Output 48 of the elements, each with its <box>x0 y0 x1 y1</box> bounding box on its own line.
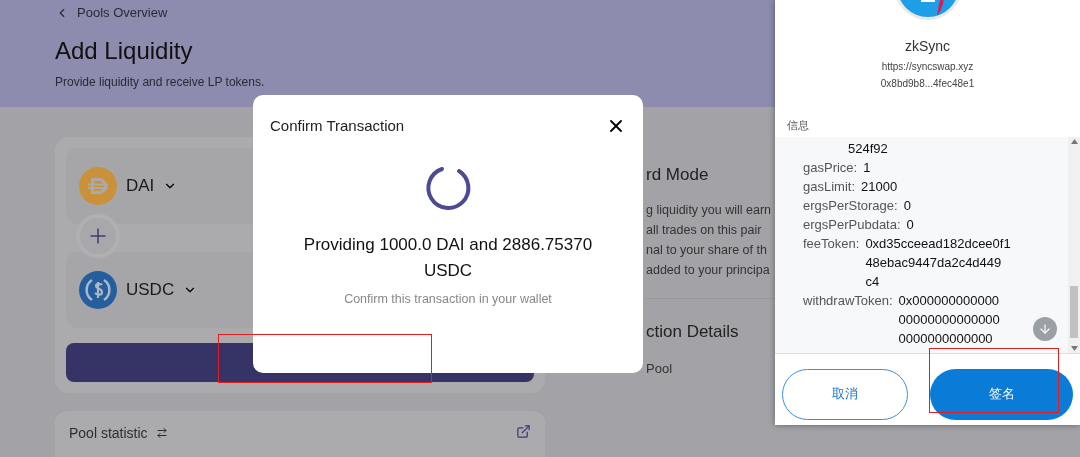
dialog-hint: Confirm this transaction in your wallet <box>344 290 552 308</box>
section-title: rd Mode <box>646 165 709 184</box>
field-key: gasPrice: <box>803 157 858 177</box>
field-value: 00000000000000 <box>898 310 1000 329</box>
page-title: Add Liquidity <box>55 35 193 66</box>
field-value: 0 <box>903 196 911 215</box>
field-key: gasLimit: <box>803 176 856 196</box>
field-value: 0 <box>906 215 914 234</box>
section-label: 信息 <box>787 118 810 133</box>
sign-button[interactable]: 签名 <box>930 368 1073 420</box>
description-line: g liquidity you will earn <box>646 201 773 219</box>
field-key: withdrawToken: <box>803 290 893 348</box>
account-address: 0x8bd9b8...4fec48e1 <box>880 77 975 91</box>
section-title: Pool statistic <box>69 423 148 443</box>
field-value: 1 <box>863 158 871 177</box>
field-value: 0x000000000000 <box>898 291 1000 310</box>
scrollbar[interactable] <box>1068 136 1080 353</box>
token-selector[interactable]: USDC <box>79 271 198 309</box>
section-title: ction Details <box>646 321 739 341</box>
page-subtitle: Provide liquidity and receive LP tokens. <box>55 73 265 91</box>
scroll-down-button[interactable] <box>1033 316 1057 341</box>
dialog-title: Confirm Transaction <box>270 116 405 136</box>
field-value: c4 <box>865 272 881 291</box>
scroll-down-icon[interactable] <box>1070 345 1078 351</box>
field-value: 524f92 <box>848 140 888 156</box>
description-line: all trades on this pair <box>646 221 763 239</box>
network-name: zkSync <box>904 37 951 56</box>
field-key: ergsPerPubdata: <box>803 214 901 234</box>
field-key: feeToken: <box>803 233 860 291</box>
field-value: 0000000000000 <box>898 329 994 348</box>
dialog-message: Providing 1000.0 DAI and 2886.75370 USDC <box>302 233 594 282</box>
field-key: ergsPerStorage: <box>803 195 898 215</box>
scroll-up-icon[interactable] <box>1070 138 1078 144</box>
dollar-coin-icon <box>79 271 117 309</box>
description-line: nal to your share of th <box>646 241 768 259</box>
scrollbar-thumb[interactable] <box>1070 286 1078 338</box>
description-line: added to your principa <box>646 261 771 279</box>
external-link-icon[interactable] <box>516 424 531 439</box>
origin-url: https://syncswap.xyz <box>881 60 974 74</box>
field-value: 0xd35cceead182dcee0f1 <box>865 234 1011 253</box>
field-value: 48ebac9447da2c4d449 <box>865 253 1003 272</box>
arrow-down-icon <box>1038 321 1052 336</box>
field-value: 21000 <box>861 177 898 196</box>
back-link[interactable]: Pools Overview <box>55 3 1080 23</box>
detail-label: Pool <box>646 361 673 376</box>
coin-icon <box>79 167 117 205</box>
token-selector[interactable]: DAI <box>79 167 178 205</box>
swap-icon[interactable] <box>155 427 168 439</box>
